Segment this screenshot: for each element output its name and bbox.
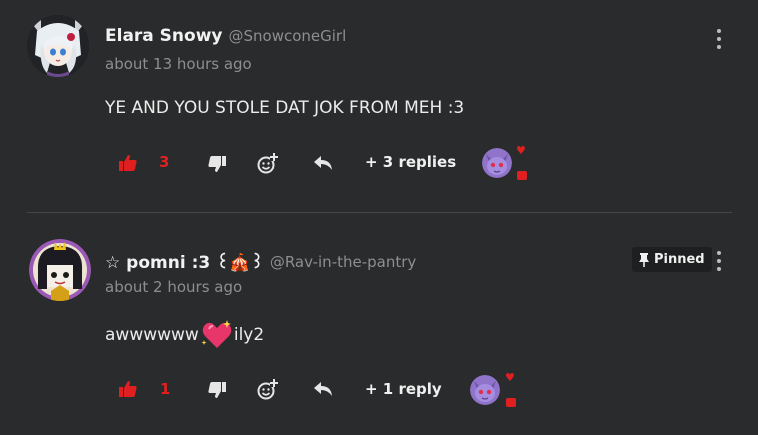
reply-avatar[interactable] xyxy=(470,375,500,405)
add-reaction-button[interactable] xyxy=(255,378,279,400)
heart-icon: ♥ xyxy=(505,371,515,384)
more-options-button[interactable] xyxy=(714,29,724,49)
like-count: 3 xyxy=(159,153,170,171)
like-button[interactable] xyxy=(118,380,138,398)
like-count: 1 xyxy=(160,380,171,398)
reply-icon xyxy=(314,382,332,396)
add-reaction-button[interactable] xyxy=(255,152,279,174)
comment-text: awwwwww ily2 xyxy=(105,320,264,350)
replies-toggle[interactable]: + 1 reply xyxy=(365,380,442,398)
avatar[interactable] xyxy=(29,239,91,301)
more-vertical-icon xyxy=(717,251,721,255)
comment-text-content: awwwwww xyxy=(105,325,199,345)
author-name[interactable]: Elara Snowy xyxy=(105,26,223,46)
comment-actions: 1 + 1 reply ♥ xyxy=(0,371,758,407)
reply-icon xyxy=(314,156,332,170)
add-reaction-icon xyxy=(257,379,278,400)
reply-button[interactable] xyxy=(312,154,334,172)
comment-text-suffix: ily2 xyxy=(233,325,265,345)
author-row: Elara Snowy @SnowconeGirl xyxy=(105,26,346,46)
like-button[interactable] xyxy=(118,154,138,172)
reply-avatar[interactable] xyxy=(482,148,512,178)
heart-icon: ♥ xyxy=(516,144,526,157)
pinned-label: Pinned xyxy=(654,252,705,267)
comment-text-content: YE AND YOU STOLE DAT JOK FROM MEH :3 xyxy=(105,98,465,118)
dislike-button[interactable] xyxy=(207,155,227,173)
add-reaction-icon xyxy=(257,153,278,174)
sparkling-heart-icon xyxy=(201,320,232,348)
avatar[interactable] xyxy=(27,15,89,77)
pin-icon xyxy=(639,252,649,267)
comment-actions: 3 + 3 replies ♥ xyxy=(0,144,758,180)
thumb-down-icon xyxy=(208,382,226,398)
author-handle[interactable]: @Rav-in-the-pantry xyxy=(270,253,416,271)
author-row: ☆ pomni :3 ꒰🎪꒱ @Rav-in-the-pantry xyxy=(105,251,416,273)
author-name[interactable]: ☆ pomni :3 ꒰🎪꒱ xyxy=(105,251,264,273)
timestamp[interactable]: about 2 hours ago xyxy=(105,278,242,296)
replies-toggle[interactable]: + 3 replies xyxy=(365,153,456,171)
chat-icon xyxy=(517,171,527,180)
thumb-up-icon xyxy=(119,155,137,171)
thumb-down-icon xyxy=(208,156,226,172)
pinned-badge: Pinned xyxy=(632,247,712,272)
chat-icon xyxy=(506,398,516,407)
reply-button[interactable] xyxy=(312,380,334,398)
timestamp[interactable]: about 13 hours ago xyxy=(105,55,252,73)
author-handle[interactable]: @SnowconeGirl xyxy=(229,27,347,45)
thumb-up-icon xyxy=(119,381,137,397)
more-options-button[interactable] xyxy=(714,251,724,271)
divider xyxy=(27,212,732,213)
dislike-button[interactable] xyxy=(207,381,227,399)
comment-text: YE AND YOU STOLE DAT JOK FROM MEH :3 xyxy=(105,98,464,118)
more-vertical-icon xyxy=(717,29,721,33)
